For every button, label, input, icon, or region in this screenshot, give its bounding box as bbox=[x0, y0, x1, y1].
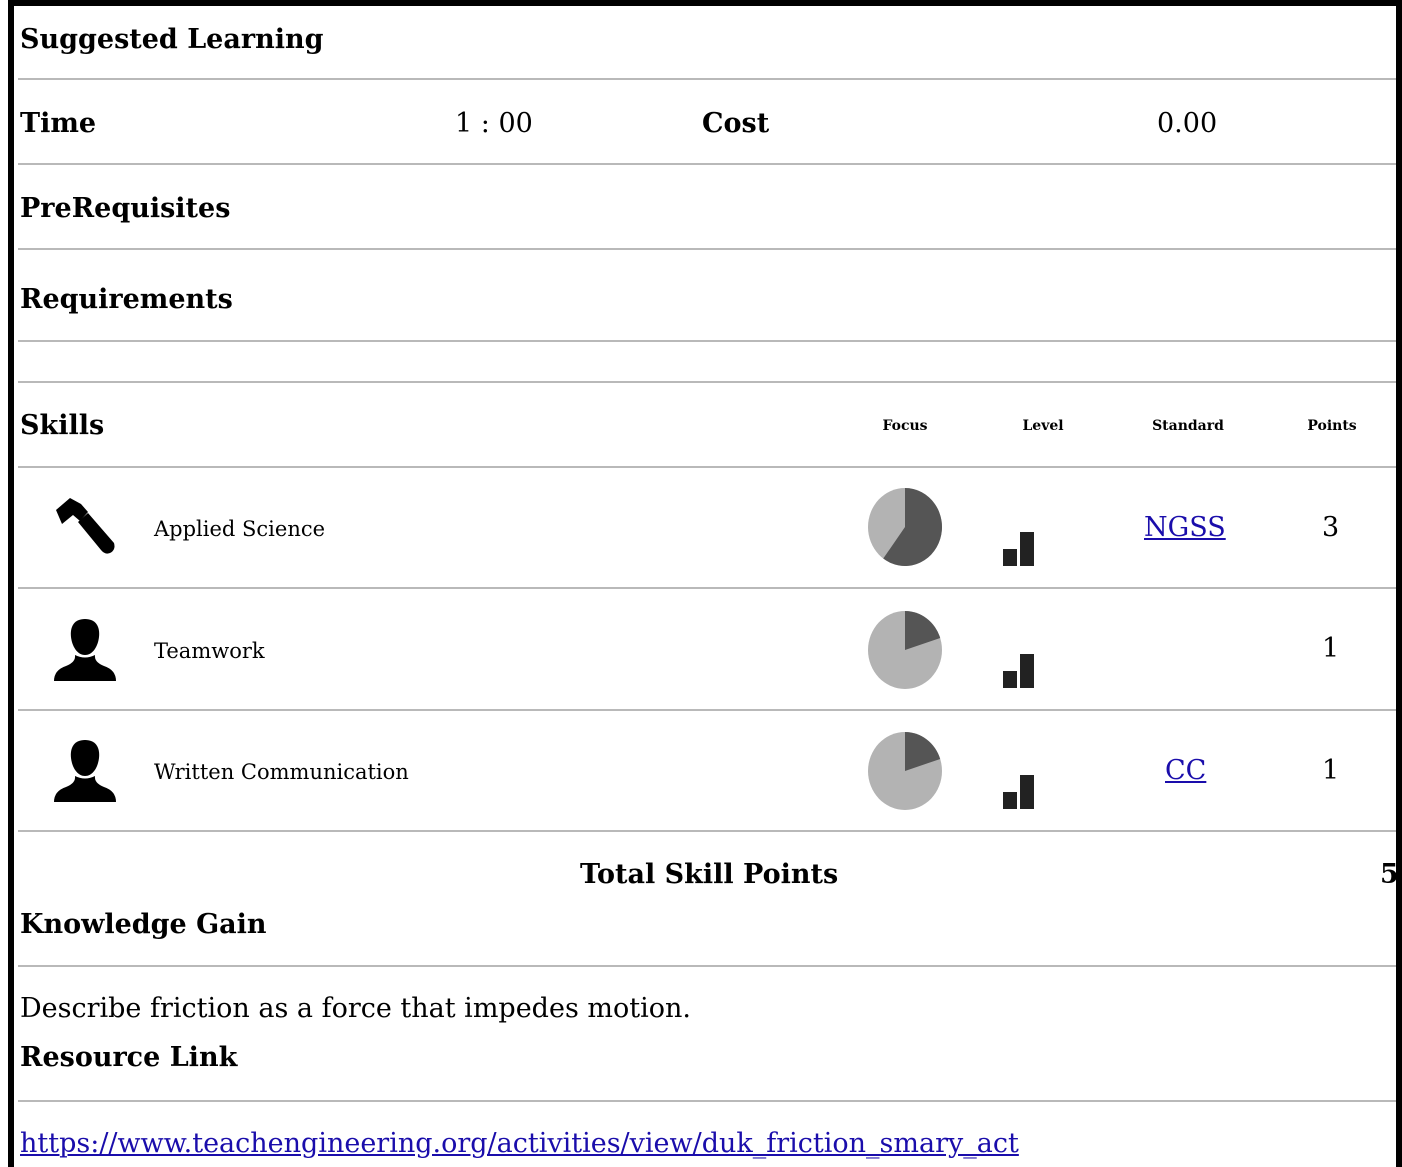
hammer-icon bbox=[50, 494, 120, 564]
divider bbox=[18, 381, 1396, 383]
skill-points: 3 bbox=[1322, 512, 1340, 543]
frame-top-border bbox=[8, 0, 1402, 6]
total-skill-points-label: Total Skill Points bbox=[580, 859, 839, 890]
divider bbox=[18, 587, 1396, 589]
total-skill-points-value: 5 bbox=[1380, 859, 1399, 890]
knowledge-gain-text: Describe friction as a force that impede… bbox=[20, 993, 691, 1024]
divider bbox=[18, 965, 1396, 967]
divider bbox=[18, 709, 1396, 711]
skills-label: Skills bbox=[20, 410, 105, 441]
divider bbox=[18, 1100, 1396, 1102]
column-header-level: Level bbox=[1022, 418, 1064, 434]
divider bbox=[18, 466, 1396, 468]
skill-name: Written Communication bbox=[154, 760, 409, 784]
resource-link-label: Resource Link bbox=[20, 1042, 238, 1073]
level-bars-icon bbox=[1003, 775, 1034, 809]
resource-link[interactable]: https://www.teachengineering.org/activit… bbox=[20, 1128, 1019, 1159]
section-title: Suggested Learning bbox=[20, 24, 324, 55]
standard-link-cc[interactable]: CC bbox=[1165, 755, 1206, 786]
focus-pie-chart bbox=[868, 732, 942, 810]
requirements-label: Requirements bbox=[20, 284, 233, 315]
skill-points: 1 bbox=[1322, 755, 1340, 786]
knowledge-gain-label: Knowledge Gain bbox=[20, 909, 267, 940]
divider bbox=[18, 78, 1396, 80]
skill-points: 1 bbox=[1322, 633, 1340, 664]
column-header-focus: Focus bbox=[882, 418, 928, 434]
time-label: Time bbox=[20, 108, 97, 139]
frame-right-border bbox=[1396, 0, 1402, 1167]
focus-pie-chart bbox=[868, 611, 942, 689]
frame-left-border bbox=[8, 0, 14, 1167]
divider bbox=[18, 830, 1396, 832]
divider bbox=[18, 248, 1396, 250]
standard-link-ngss[interactable]: NGSS bbox=[1144, 512, 1226, 543]
column-header-standard: Standard bbox=[1152, 418, 1224, 434]
time-value: 1 : 00 bbox=[455, 108, 533, 139]
focus-pie-chart bbox=[868, 488, 943, 566]
divider bbox=[18, 163, 1396, 165]
skill-name: Applied Science bbox=[154, 517, 326, 541]
column-header-points: Points bbox=[1307, 418, 1357, 434]
cost-value: 0.00 bbox=[1157, 108, 1218, 139]
person-icon bbox=[50, 615, 120, 685]
skill-name: Teamwork bbox=[154, 639, 265, 663]
person-icon bbox=[50, 736, 120, 806]
level-bars-icon bbox=[1003, 532, 1034, 566]
prerequisites-label: PreRequisites bbox=[20, 193, 231, 224]
level-bars-icon bbox=[1003, 654, 1034, 688]
cost-label: Cost bbox=[702, 108, 770, 139]
divider bbox=[18, 340, 1396, 342]
